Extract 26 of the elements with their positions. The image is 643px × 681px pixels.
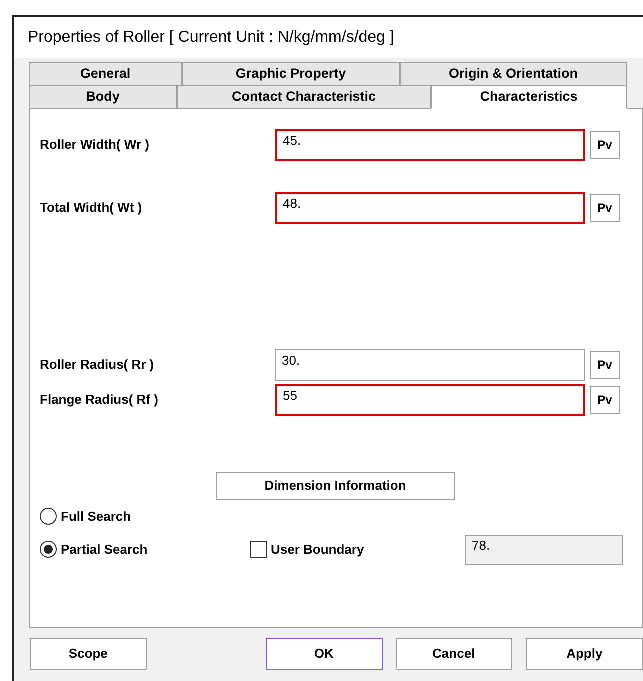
field-label: Flange Radius( Rf ) xyxy=(40,391,160,410)
pv-button[interactable]: Pv xyxy=(590,386,620,414)
tab[interactable]: Origin & Orientation xyxy=(400,62,627,86)
tab[interactable]: Contact Characteristic xyxy=(177,85,431,109)
tab[interactable]: Characteristics xyxy=(431,85,627,109)
input-field[interactable]: 55 xyxy=(275,384,585,416)
dialog-button[interactable]: Scope xyxy=(30,638,147,670)
window-title: Properties of Roller [ Current Unit : N/kg/mm/s/deg ] xyxy=(14,17,643,58)
pv-button[interactable]: Pv xyxy=(590,194,620,222)
input-field[interactable]: 48. xyxy=(275,192,585,224)
input-field[interactable]: 45. xyxy=(275,129,585,161)
field-label: Total Width( Wt ) xyxy=(40,199,144,218)
tab[interactable]: Graphic Property xyxy=(182,62,400,86)
dimension-button[interactable]: Dimension Information xyxy=(216,472,455,500)
dialog-button[interactable]: Apply xyxy=(526,638,643,670)
dialog-button[interactable]: OK xyxy=(266,638,382,670)
tab[interactable]: General xyxy=(29,62,182,86)
radio-option[interactable]: Full Search xyxy=(40,507,642,526)
pv-button[interactable]: Pv xyxy=(590,351,620,379)
radio-option[interactable]: Partial Search xyxy=(40,540,250,560)
field-label: Roller Width( Wr ) xyxy=(40,136,150,154)
input-field[interactable]: 30. xyxy=(275,349,585,381)
field-label: Roller Radius( Rr ) xyxy=(40,356,156,374)
dialog-button[interactable]: Cancel xyxy=(396,638,512,670)
tab[interactable]: Body xyxy=(29,85,177,109)
pv-button[interactable]: Pv xyxy=(590,131,620,159)
